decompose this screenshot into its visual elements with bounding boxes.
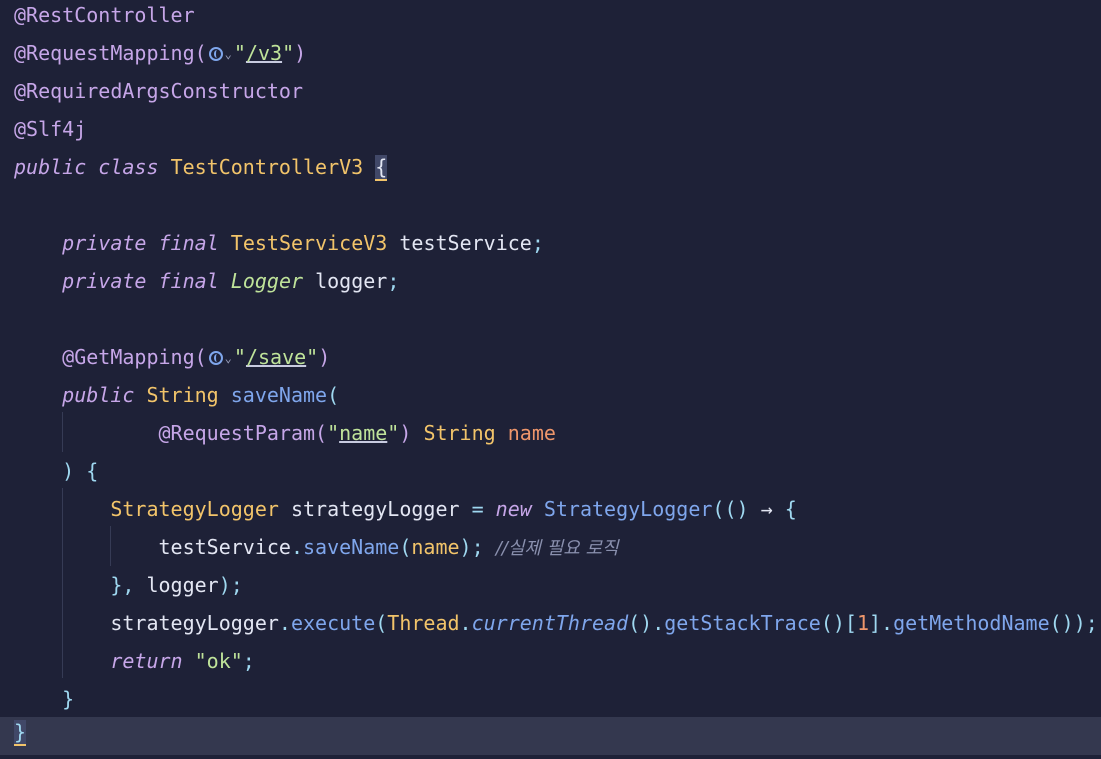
- code-line-10[interactable]: @GetMapping(⌄ "/save"): [14, 342, 330, 380]
- variable-name: strategyLogger: [290, 497, 460, 521]
- code-line-12[interactable]: @RequestParam("name") String name: [14, 418, 556, 456]
- code-line-1[interactable]: @RestController: [14, 0, 195, 38]
- code-line-13[interactable]: ) {: [14, 456, 98, 494]
- method-name: saveName: [230, 383, 328, 407]
- type-name: Logger: [230, 269, 304, 293]
- mapping-path-link[interactable]: /save: [246, 345, 306, 369]
- code-line-2[interactable]: @RequestMapping(⌄ "/v3"): [14, 38, 306, 76]
- code-line-14[interactable]: StrategyLogger strategyLogger = new Stra…: [14, 494, 796, 532]
- keyword-private: private: [62, 231, 147, 255]
- mapping-path-link[interactable]: /v3: [246, 41, 282, 65]
- code-line-17[interactable]: strategyLogger.execute(Thread.currentThr…: [14, 608, 1097, 646]
- code-comment: //실제 필요 로직: [495, 538, 619, 559]
- parameter-name: name: [507, 421, 556, 445]
- code-line-11[interactable]: public String saveName(: [14, 380, 339, 418]
- code-line-8[interactable]: private final Logger logger;: [14, 266, 399, 304]
- argument: logger: [146, 573, 219, 597]
- type-name: StrategyLogger: [110, 497, 279, 521]
- class-ref: Thread: [387, 611, 460, 635]
- code-line-18[interactable]: return "ok";: [14, 646, 255, 684]
- method-call: saveName: [303, 535, 400, 559]
- annotation-rest-controller: @RestController: [14, 3, 195, 27]
- number-literal: 1: [856, 611, 869, 635]
- type-name: TestServiceV3: [230, 231, 388, 255]
- variable-name: strategyLogger: [110, 611, 279, 635]
- type-name: String: [146, 383, 219, 407]
- annotation-get-mapping: @GetMapping(: [62, 345, 207, 369]
- code-line-16[interactable]: }, logger);: [14, 570, 242, 608]
- method-call: execute: [290, 611, 376, 635]
- keyword-new: new: [495, 497, 532, 521]
- code-line-4[interactable]: @Slf4j: [14, 114, 86, 152]
- keyword-private: private: [62, 269, 147, 293]
- code-line-3[interactable]: @RequiredArgsConstructor: [14, 76, 303, 114]
- method-call: getStackTrace: [664, 611, 821, 635]
- matched-brace: }: [14, 720, 27, 746]
- chevron-down-icon[interactable]: ⌄: [225, 47, 232, 61]
- code-line-15[interactable]: testService.saveName(name); //실제 필요 로직: [14, 532, 619, 570]
- keyword-final: final: [158, 231, 219, 255]
- keyword-public: public: [62, 383, 135, 407]
- globe-icon[interactable]: [208, 47, 223, 61]
- string-literal: "ok": [194, 649, 243, 673]
- keyword-final: final: [158, 269, 219, 293]
- annotation-request-mapping: @RequestMapping(: [14, 41, 207, 65]
- keyword-class: class: [98, 155, 159, 179]
- field-name: logger: [315, 269, 388, 293]
- field-name: testService: [399, 231, 532, 255]
- code-line-5[interactable]: public class TestControllerV3 {: [14, 152, 388, 190]
- argument: name: [411, 535, 460, 559]
- constructor-name: StrategyLogger: [543, 497, 713, 521]
- code-editor[interactable]: @RestController @RequestMapping(⌄ "/v3") …: [0, 0, 1101, 759]
- globe-icon[interactable]: [208, 351, 223, 365]
- matched-brace: {: [375, 155, 388, 181]
- annotation-slf4j: @Slf4j: [14, 117, 87, 141]
- annotation-request-param: @RequestParam(: [158, 421, 328, 445]
- object-name: testService: [158, 535, 291, 559]
- code-line-current[interactable]: }: [0, 717, 1101, 755]
- class-name: TestControllerV3: [170, 155, 364, 179]
- chevron-down-icon[interactable]: ⌄: [225, 351, 232, 365]
- keyword-public: public: [14, 155, 87, 179]
- type-name: String: [423, 421, 496, 445]
- code-line-7[interactable]: private final TestServiceV3 testService;: [14, 228, 544, 266]
- keyword-return: return: [110, 649, 183, 673]
- method-call: getMethodName: [893, 611, 1050, 635]
- method-call: currentThread: [471, 611, 629, 635]
- annotation-required-args: @RequiredArgsConstructor: [14, 79, 303, 103]
- param-string: name: [339, 421, 388, 445]
